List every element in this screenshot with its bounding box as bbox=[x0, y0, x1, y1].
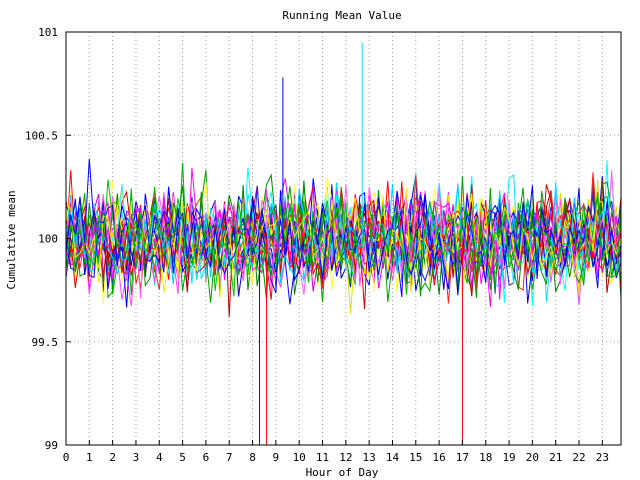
x-axis-label: Hour of Day bbox=[306, 466, 379, 479]
x-tick-label: 23 bbox=[596, 451, 609, 464]
x-tick-label: 3 bbox=[133, 451, 140, 464]
x-tick-label: 9 bbox=[273, 451, 280, 464]
x-tick-label: 15 bbox=[409, 451, 422, 464]
y-tick-label: 99.5 bbox=[32, 336, 59, 349]
x-tick-label: 17 bbox=[456, 451, 469, 464]
x-tick-label: 16 bbox=[432, 451, 445, 464]
chart-root: Running Mean Value 0 1 2 3 4 5 6 7 8 9 10 11 12 13 14 1… bbox=[5, 9, 622, 479]
x-tick-label: 11 bbox=[316, 451, 329, 464]
x-tick-label: 20 bbox=[526, 451, 539, 464]
x-tick-label: 4 bbox=[156, 451, 163, 464]
y-axis-label: Cumulative mean bbox=[5, 190, 18, 289]
x-tick-label: 21 bbox=[549, 451, 562, 464]
x-tick-label: 22 bbox=[572, 451, 585, 464]
x-tick-label: 7 bbox=[226, 451, 233, 464]
x-tick-label: 12 bbox=[339, 451, 352, 464]
x-tick-label: 14 bbox=[386, 451, 400, 464]
x-axis: 0 1 2 3 4 5 6 7 8 9 10 11 12 13 14 15 16 17 18 19 20 21 22 23 bbox=[63, 440, 609, 464]
y-tick-label: 99 bbox=[45, 439, 58, 452]
x-tick-label: 6 bbox=[203, 451, 210, 464]
x-tick-label: 13 bbox=[363, 451, 376, 464]
x-tick-label: 18 bbox=[479, 451, 492, 464]
y-tick-label: 100 bbox=[38, 233, 58, 246]
x-tick-label: 0 bbox=[63, 451, 70, 464]
x-tick-label: 8 bbox=[249, 451, 256, 464]
x-tick-label: 5 bbox=[179, 451, 186, 464]
series-group bbox=[65, 42, 622, 445]
y-axis: 99 99.5 100 100.5 101 bbox=[25, 26, 71, 452]
x-tick-label: 2 bbox=[109, 451, 116, 464]
x-tick-label: 10 bbox=[293, 451, 306, 464]
x-tick-label: 1 bbox=[86, 451, 93, 464]
y-tick-label: 101 bbox=[38, 26, 58, 39]
x-tick-label: 19 bbox=[502, 451, 515, 464]
chart-title: Running Mean Value bbox=[282, 9, 401, 22]
y-tick-label: 100.5 bbox=[25, 129, 58, 142]
